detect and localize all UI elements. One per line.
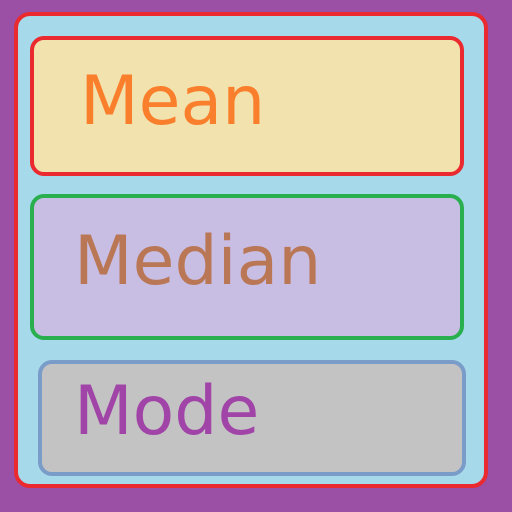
median-option[interactable]: Median (30, 194, 464, 340)
mean-label: Mean (80, 62, 266, 141)
mode-label: Mode (74, 372, 260, 451)
mode-option[interactable]: Mode (38, 360, 466, 476)
median-label: Median (74, 222, 322, 301)
mean-option[interactable]: Mean (30, 36, 464, 176)
